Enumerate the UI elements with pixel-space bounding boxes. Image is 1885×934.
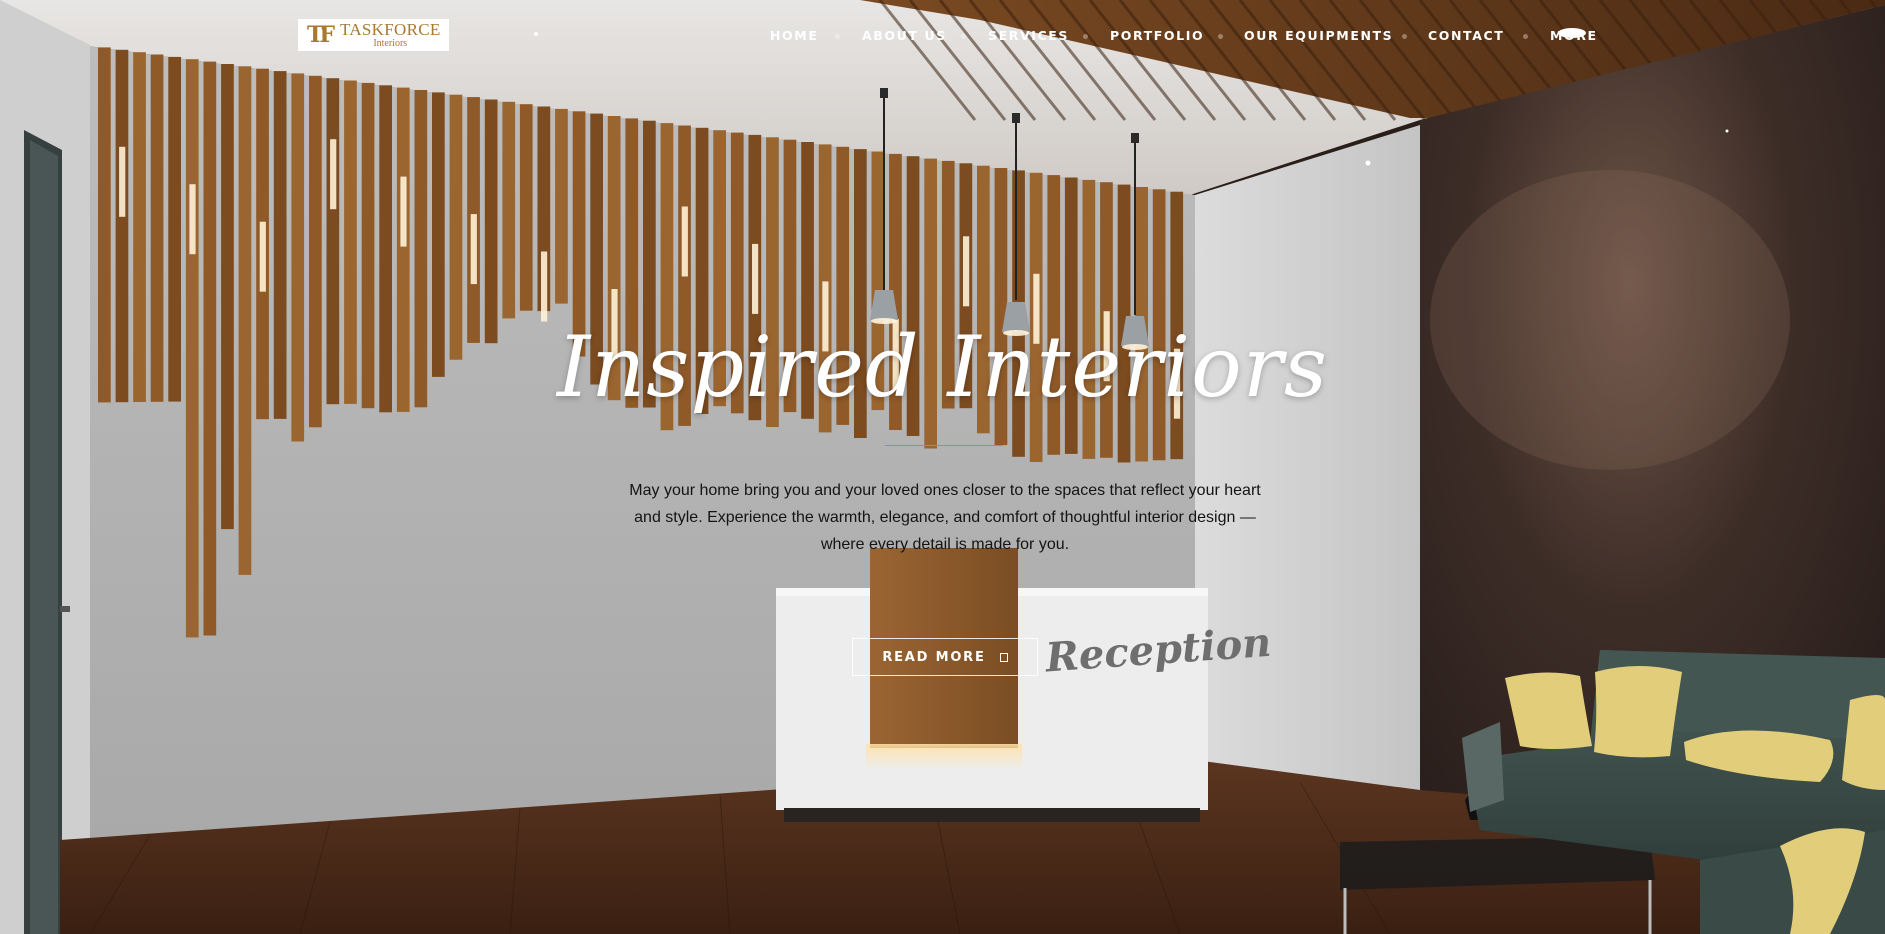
hero-background-image: Reception <box>0 0 1885 934</box>
nav-item-contact[interactable]: CONTACT <box>1428 28 1504 43</box>
logo-mark: TF <box>307 22 335 48</box>
nav-item-home[interactable]: HOME <box>770 28 818 43</box>
hero-description: May your home bring you and your loved o… <box>629 482 1261 553</box>
logo-text: TASKFORCE Interiors <box>340 21 441 49</box>
nav-item-portfolio[interactable]: PORTFOLIO <box>1110 28 1204 43</box>
nav-separator-dot <box>1083 34 1088 39</box>
logo-subtitle: Interiors <box>373 38 408 49</box>
nav-separator-dot <box>835 34 840 39</box>
hero-title: Inspired Interiors <box>557 318 1328 416</box>
nav-item-services[interactable]: SERVICES <box>988 28 1069 43</box>
nav-item-more[interactable]: MORE <box>1550 28 1598 43</box>
square-icon <box>999 652 1008 662</box>
logo-name: TASKFORCE <box>340 20 441 39</box>
read-more-button[interactable]: READ MORE <box>852 638 1038 676</box>
nav-separator-dot <box>1402 34 1407 39</box>
read-more-label: READ MORE <box>882 649 986 665</box>
nav-separator-dot <box>1218 34 1223 39</box>
taskforce-logo[interactable]: TF TASKFORCE Interiors <box>298 19 449 51</box>
nav-item-our-equipments[interactable]: OUR EQUIPMENTS <box>1244 28 1393 43</box>
nav-separator-dot <box>1523 34 1528 39</box>
nav-item-about-us[interactable]: ABOUT US <box>862 28 947 43</box>
nav-separator-dot <box>961 34 966 39</box>
hero-divider <box>885 445 1003 446</box>
